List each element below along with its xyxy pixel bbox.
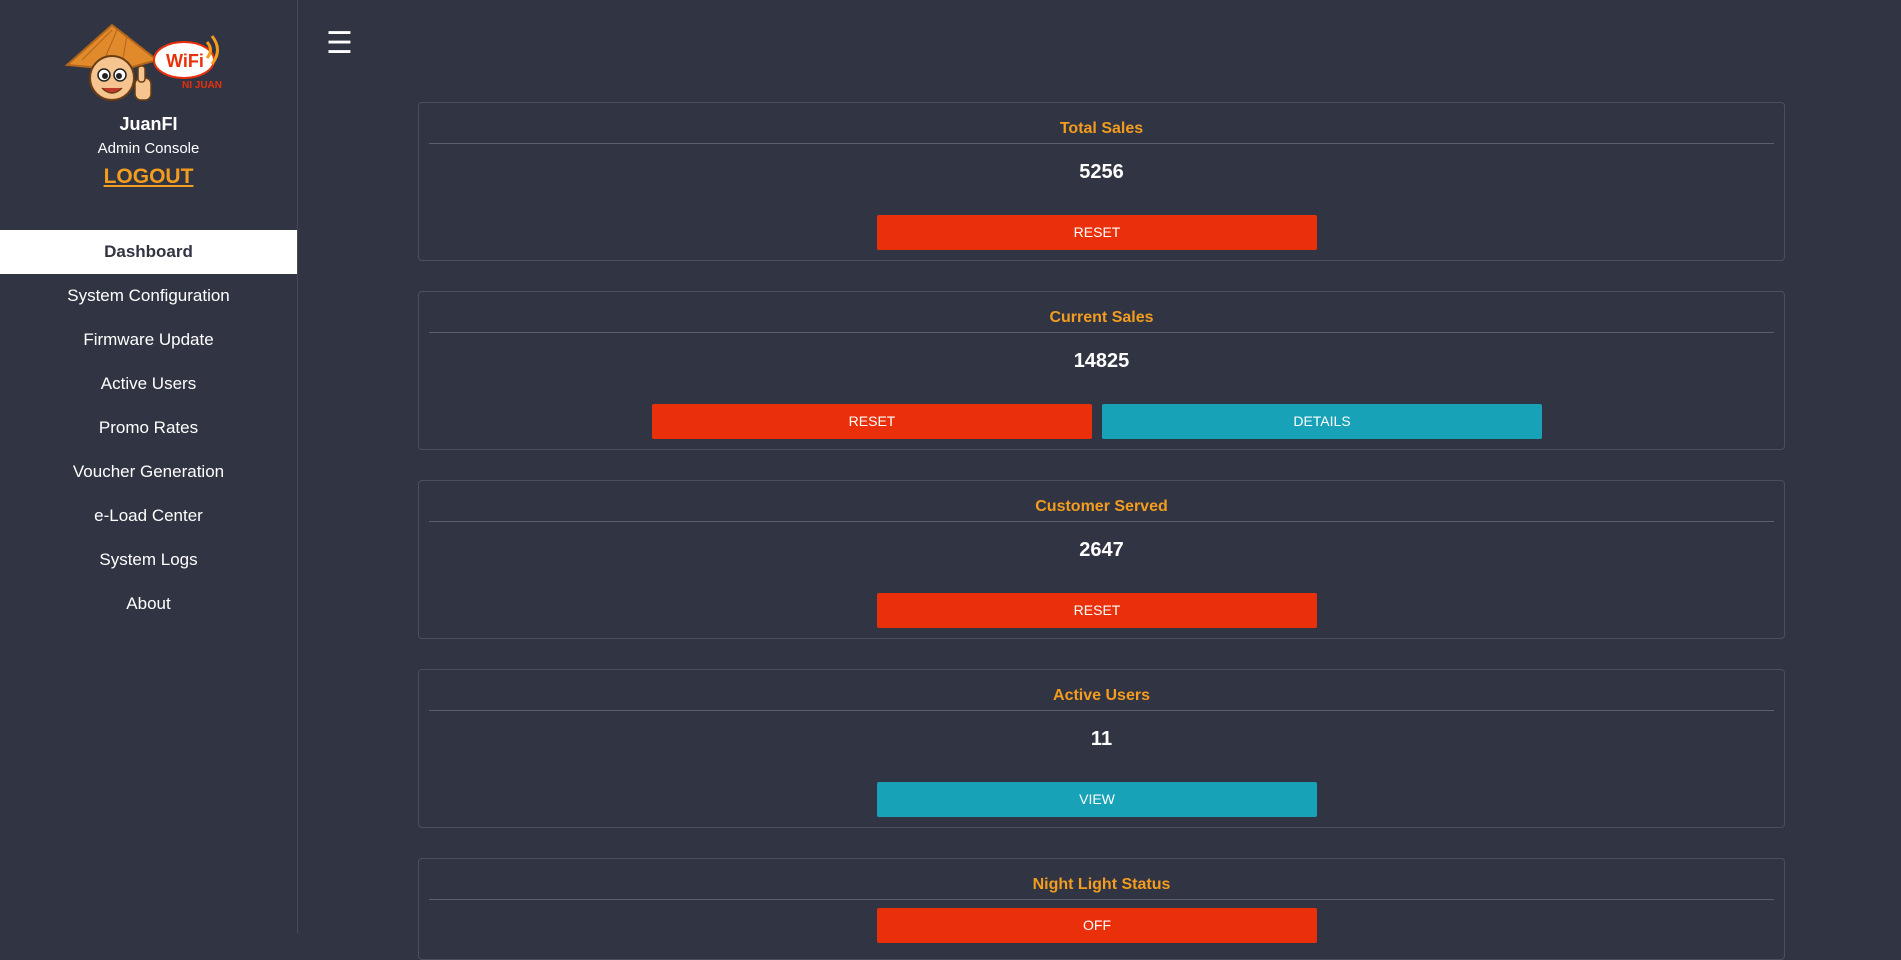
card-title: Night Light Status: [429, 873, 1774, 900]
active-users-value: 11: [1090, 728, 1113, 750]
sidebar-item-dashboard[interactable]: Dashboard: [0, 230, 297, 274]
svg-text:NI JUAN: NI JUAN: [182, 80, 222, 91]
total-sales-card: Total Sales 5256 RESET: [418, 102, 1785, 261]
juanfi-logo: WiFi NI JUAN: [62, 20, 238, 110]
current-sales-details-button[interactable]: DETAILS: [1102, 404, 1542, 439]
sidebar-item-eload-center[interactable]: e-Load Center: [0, 494, 297, 538]
night-light-card: Night Light Status OFF: [418, 858, 1785, 960]
logout-link[interactable]: LOGOUT: [0, 165, 297, 189]
current-sales-reset-button[interactable]: RESET: [652, 404, 1092, 439]
sidebar: WiFi NI JUAN JuanFI Admin Console LOGOUT…: [0, 0, 298, 933]
sidebar-item-firmware-update[interactable]: Firmware Update: [0, 318, 297, 362]
card-title: Total Sales: [429, 117, 1774, 144]
card-title: Customer Served: [429, 495, 1774, 522]
card-title: Current Sales: [429, 306, 1774, 333]
card-title: Active Users: [429, 684, 1774, 711]
sidebar-item-promo-rates[interactable]: Promo Rates: [0, 406, 297, 450]
total-sales-value: 5256: [1079, 161, 1124, 183]
active-users-view-button[interactable]: VIEW: [877, 782, 1317, 817]
current-sales-card: Current Sales 14825 RESET DETAILS: [418, 291, 1785, 450]
sidebar-nav: Dashboard System Configuration Firmware …: [0, 230, 297, 626]
current-sales-value: 14825: [1073, 350, 1130, 372]
sidebar-item-active-users[interactable]: Active Users: [0, 362, 297, 406]
customer-served-card: Customer Served 2647 RESET: [418, 480, 1785, 639]
total-sales-reset-button[interactable]: RESET: [877, 215, 1317, 250]
sidebar-item-system-logs[interactable]: System Logs: [0, 538, 297, 582]
svg-text:WiFi: WiFi: [166, 51, 204, 71]
sidebar-item-voucher-generation[interactable]: Voucher Generation: [0, 450, 297, 494]
night-light-toggle-button[interactable]: OFF: [877, 908, 1317, 943]
active-users-card: Active Users 11 VIEW: [418, 669, 1785, 828]
sidebar-item-about[interactable]: About: [0, 582, 297, 626]
brand-subtitle: Admin Console: [97, 140, 200, 157]
customer-served-reset-button[interactable]: RESET: [877, 593, 1317, 628]
menu-toggle-icon[interactable]: ☰: [326, 29, 354, 59]
mascot-logo-icon: WiFi NI JUAN: [64, 23, 222, 101]
sidebar-item-system-configuration[interactable]: System Configuration: [0, 274, 297, 318]
customer-served-value: 2647: [1079, 539, 1124, 561]
brand-name: JuanFI: [119, 114, 178, 134]
